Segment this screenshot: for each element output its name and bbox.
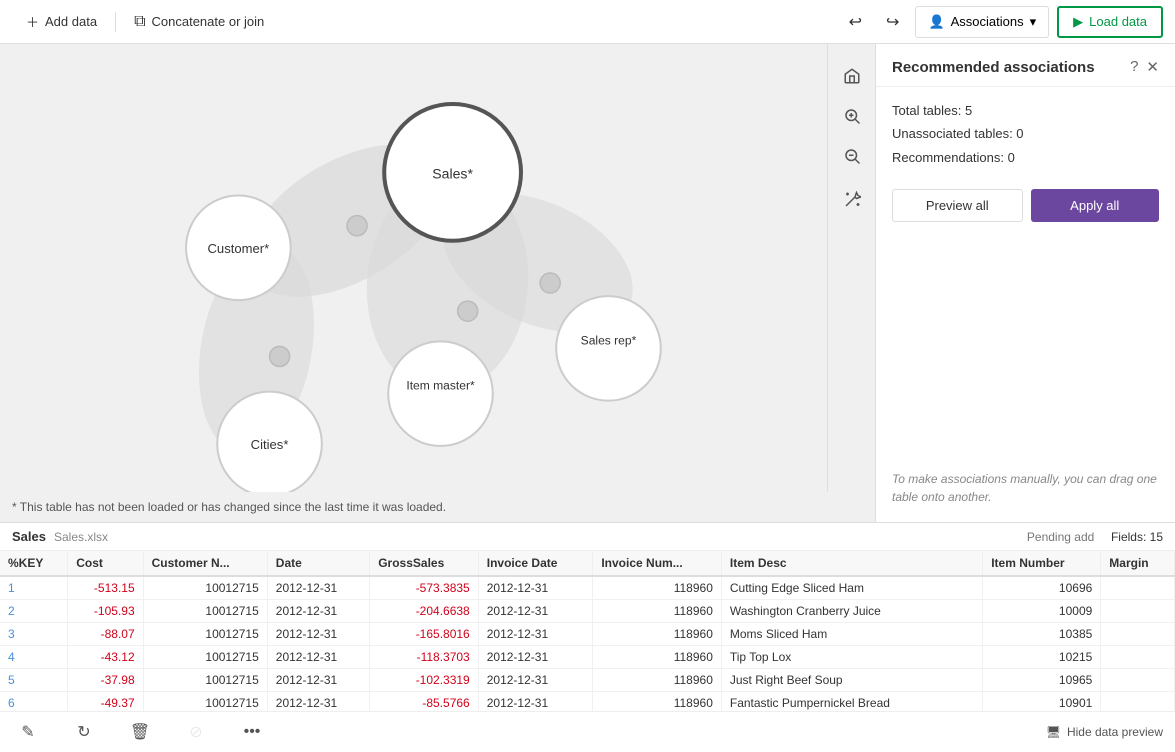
help-icon[interactable]: ? — [1130, 58, 1138, 76]
preview-file-name: Sales.xlsx — [54, 530, 108, 544]
play-icon: ▶ — [1073, 14, 1083, 30]
preview-header: Sales Sales.xlsx Pending add Fields: 15 — [0, 523, 1175, 551]
preview-footer: ✎ ↻ 🗑 ⊘ ••• 🖥 Hide data preview — [0, 711, 1175, 752]
table-row: 6-49.37100127152012-12-31-85.57662012-12… — [0, 692, 1175, 712]
delete-button[interactable]: 🗑 — [124, 718, 156, 746]
toolbar-right: ↩ ↪ 👤 Associations ▾ ▶ Load data — [841, 0, 1163, 44]
graph-svg: Sales* Customer* Item master* Cities* Sa… — [0, 44, 875, 522]
preview-all-button[interactable]: Preview all — [892, 189, 1023, 222]
edit-button[interactable]: ✎ — [12, 718, 44, 746]
col-gross-sales: GrossSales — [370, 551, 479, 576]
zoom-in-button[interactable] — [836, 100, 868, 132]
canvas-area[interactable]: Sales* Customer* Item master* Cities* Sa… — [0, 44, 875, 522]
svg-text:Sales rep*: Sales rep* — [581, 333, 637, 347]
col-item-desc: Item Desc — [721, 551, 982, 576]
magic-wand-button[interactable] — [836, 184, 868, 216]
svg-text:Customer*: Customer* — [208, 241, 270, 256]
add-icon: ＋ — [26, 12, 39, 31]
panel-actions: Preview all Apply all — [876, 181, 1175, 238]
toolbar-divider — [115, 12, 116, 32]
table-row: 2-105.93100127152012-12-31-204.66382012-… — [0, 600, 1175, 623]
chevron-down-icon: ▾ — [1030, 14, 1037, 30]
monitor-icon: 🖥 — [1046, 725, 1061, 739]
preview-table: %KEY Cost Customer N... Date GrossSales … — [0, 551, 1175, 711]
table-header-row: %KEY Cost Customer N... Date GrossSales … — [0, 551, 1175, 576]
load-data-button[interactable]: ▶ Load data — [1057, 6, 1163, 38]
main-toolbar: ＋ Add data ⧉ Concatenate or join ↩ ↪ 👤 A… — [0, 0, 1175, 44]
panel-stats: Total tables: 5 Unassociated tables: 0 R… — [876, 87, 1175, 181]
col-cost: Cost — [68, 551, 143, 576]
table-row: 3-88.07100127152012-12-31-165.80162012-1… — [0, 623, 1175, 646]
undo-icon: ↩ — [849, 12, 862, 32]
main-area: Sales* Customer* Item master* Cities* Sa… — [0, 44, 1175, 522]
pending-status: Pending add — [1027, 530, 1094, 544]
canvas-note: * This table has not been loaded or has … — [0, 492, 875, 522]
preview-table-name: Sales — [12, 529, 46, 544]
col-customer-n: Customer N... — [143, 551, 267, 576]
table-row: 1-513.15100127152012-12-31-573.38352012-… — [0, 576, 1175, 600]
right-panel: Recommended associations ? ✕ Total table… — [875, 44, 1175, 522]
svg-text:Sales*: Sales* — [432, 165, 473, 181]
concatenate-join-button[interactable]: ⧉ Concatenate or join — [120, 0, 278, 44]
fields-count: Fields: 15 — [1111, 530, 1163, 544]
refresh-button[interactable]: ↻ — [68, 718, 100, 746]
more-button[interactable]: ••• — [236, 718, 268, 746]
undo-button[interactable]: ↩ — [841, 0, 870, 44]
panel-header-icons: ? ✕ — [1130, 58, 1159, 76]
home-tool-button[interactable] — [836, 60, 868, 92]
apply-all-button[interactable]: Apply all — [1031, 189, 1160, 222]
col-margin: Margin — [1101, 551, 1175, 576]
recommendations-row: Recommendations: 0 — [892, 146, 1159, 169]
redo-button[interactable]: ↪ — [878, 0, 907, 44]
close-icon[interactable]: ✕ — [1146, 58, 1159, 76]
total-tables-row: Total tables: 5 — [892, 99, 1159, 122]
associations-button[interactable]: 👤 Associations ▾ — [915, 6, 1049, 38]
redo-icon: ↪ — [886, 12, 899, 32]
data-preview: Sales Sales.xlsx Pending add Fields: 15 … — [0, 522, 1175, 752]
panel-title: Recommended associations — [892, 59, 1095, 76]
table-row: 4-43.12100127152012-12-31-118.37032012-1… — [0, 646, 1175, 669]
table-row: 5-37.98100127152012-12-31-102.33192012-1… — [0, 669, 1175, 692]
col-invoice-num: Invoice Num... — [593, 551, 722, 576]
col-date: Date — [267, 551, 369, 576]
filter-button[interactable]: ⊘ — [180, 718, 212, 746]
hide-preview-button[interactable]: 🖥 Hide data preview — [1046, 725, 1163, 739]
zoom-out-button[interactable] — [836, 140, 868, 172]
person-icon: 👤 — [928, 14, 944, 30]
concat-icon: ⧉ — [134, 13, 145, 31]
svg-text:Item master*: Item master* — [406, 379, 475, 393]
panel-hint: To make associations manually, you can d… — [876, 454, 1175, 522]
svg-text:Cities*: Cities* — [251, 437, 289, 452]
panel-header: Recommended associations ? ✕ — [876, 44, 1175, 87]
col-item-number: Item Number — [983, 551, 1101, 576]
preview-table-wrap[interactable]: %KEY Cost Customer N... Date GrossSales … — [0, 551, 1175, 711]
unassociated-row: Unassociated tables: 0 — [892, 122, 1159, 145]
add-data-button[interactable]: ＋ Add data — [12, 0, 111, 44]
col-invoice-date: Invoice Date — [478, 551, 593, 576]
col-key: %KEY — [0, 551, 68, 576]
preview-meta: Pending add Fields: 15 — [1027, 530, 1163, 544]
